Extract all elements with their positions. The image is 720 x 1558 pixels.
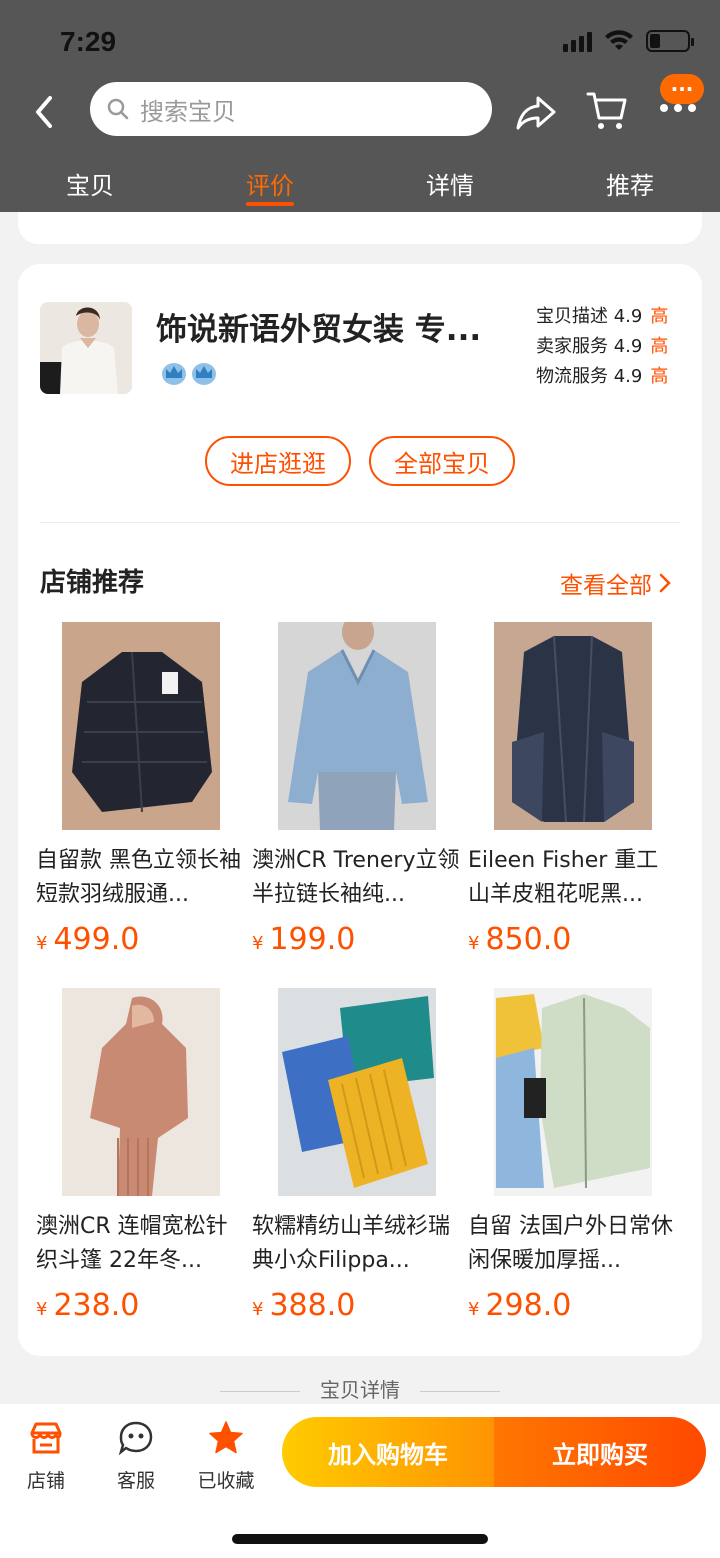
product-card[interactable]: Eileen Fisher 重工山羊皮粗花呢黑... ¥850.0 [468,622,678,957]
detail-separator: 宝贝详情 [0,1374,720,1403]
add-to-cart-button[interactable]: 加入购物车 [282,1417,494,1487]
rating-description: 宝贝描述 4.9 高 [536,306,669,327]
product-price: ¥388.0 [252,1288,356,1323]
home-indicator[interactable] [232,1534,488,1544]
chat-icon [118,1421,153,1456]
favorite-button[interactable]: 已收藏 [186,1418,266,1493]
tab-bar: 宝贝 评价 详情 推荐 [0,160,720,212]
star-icon [209,1421,243,1454]
product-card[interactable]: 软糯精纺山羊绒衫瑞典小众Filippa... ¥388.0 [252,988,462,1323]
divider [40,522,680,523]
cart-icon[interactable] [585,88,629,132]
wifi-icon [605,30,633,50]
shop-level-badge [160,360,218,386]
product-price: ¥298.0 [468,1288,572,1323]
enter-shop-button[interactable]: 进店逛逛 [205,436,351,486]
recommend-title: 店铺推荐 [40,568,145,598]
product-card[interactable]: 澳洲CR 连帽宽松针织斗篷 22年冬... ¥238.0 [36,988,246,1323]
back-arrow-icon[interactable] [28,90,62,134]
chevron-right-icon [659,573,671,593]
rating-logistics: 物流服务 4.9 高 [536,366,669,387]
top-bar: 7:29 搜索宝贝 ··· 宝贝 评价 详情 推荐 [0,0,720,212]
shop-name[interactable]: 饰说新语外贸女装 专... [156,304,516,349]
tab-baobei[interactable]: 宝贝 [0,160,180,212]
store-icon [30,1422,62,1454]
cellular-signal-icon [563,30,592,52]
message-badge[interactable]: ··· [660,74,704,104]
more-icon[interactable] [660,104,696,112]
avatar-image [40,302,132,394]
product-title: 澳洲CR Trenery立领半拉链长袖纯... [252,848,460,907]
product-title: 自留款 黑色立领长袖短款羽绒服通... [36,848,241,907]
product-image [278,988,436,1196]
previous-card-bottom [18,212,702,244]
product-image [494,622,652,830]
crown-icon [162,363,186,385]
product-card[interactable]: 自留款 黑色立领长袖短款羽绒服通... ¥499.0 [36,622,246,957]
all-items-button[interactable]: 全部宝贝 [369,436,515,486]
product-image [62,622,220,830]
buy-now-button[interactable]: 立即购买 [494,1417,706,1487]
shop-ratings: 宝贝描述 4.9 高 卖家服务 4.9 高 物流服务 4.9 高 [536,302,668,392]
status-time: 7:29 [60,26,117,57]
status-icons [563,30,694,52]
rating-service: 卖家服务 4.9 高 [536,336,669,357]
product-title: Eileen Fisher 重工山羊皮粗花呢黑... [468,848,659,907]
shop-avatar[interactable] [40,302,132,394]
tab-details[interactable]: 详情 [360,160,540,212]
battery-icon [646,30,694,52]
product-price: ¥499.0 [36,922,140,957]
product-image [494,988,652,1196]
share-icon[interactable] [514,90,558,134]
product-price: ¥238.0 [36,1288,140,1323]
search-placeholder: 搜索宝贝 [140,97,236,126]
product-title: 自留 法国户外日常休闲保暖加厚摇... [468,1214,673,1273]
product-title: 澳洲CR 连帽宽松针织斗篷 22年冬... [36,1214,228,1273]
product-image [278,622,436,830]
crown-icon [192,363,216,385]
customer-service-button[interactable]: 客服 [96,1418,176,1493]
shop-card: 饰说新语外贸女装 专... 宝贝描述 4.9 高 卖家服务 4.9 高 物流服务 4… [18,264,702,1356]
product-price: ¥850.0 [468,922,572,957]
product-card[interactable]: 自留 法国户外日常休闲保暖加厚摇... ¥298.0 [468,988,678,1323]
search-icon [107,98,129,120]
product-title: 软糯精纺山羊绒衫瑞典小众Filippa... [252,1214,451,1273]
view-all-link[interactable]: 查看全部 [560,566,672,600]
shop-nav-button[interactable]: 店铺 [6,1418,86,1493]
product-price: ¥199.0 [252,922,356,957]
product-image [62,988,220,1196]
product-card[interactable]: 澳洲CR Trenery立领半拉链长袖纯... ¥199.0 [252,622,462,957]
search-input[interactable]: 搜索宝贝 [90,82,492,136]
tab-reviews[interactable]: 评价 [180,160,360,212]
tab-recommend[interactable]: 推荐 [540,160,720,212]
